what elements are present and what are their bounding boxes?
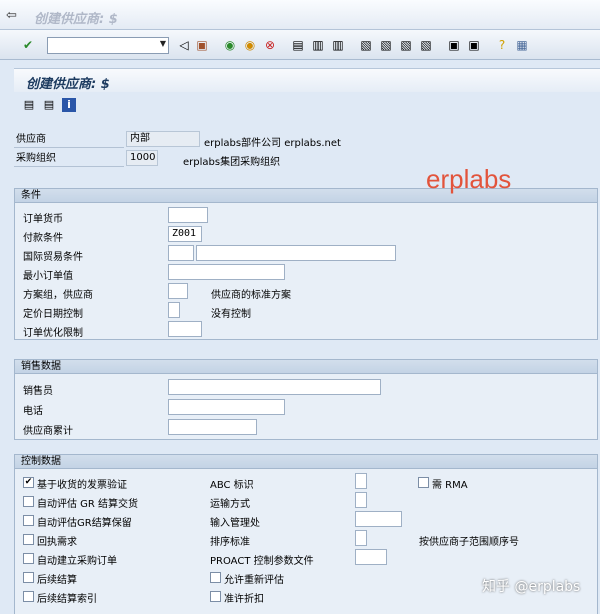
subsequent-index-label: 后续结算索引	[37, 594, 97, 605]
sales-data-title: 销售数据	[15, 360, 597, 374]
ers-label: 自动评估 GR 结算交货	[37, 499, 139, 510]
chevron-down-icon[interactable]: ▼	[160, 39, 166, 48]
ers-reserve-checkbox[interactable]	[23, 515, 34, 526]
incoterms-input-1[interactable]	[168, 245, 194, 261]
next-page-icon[interactable]: ▧	[398, 37, 414, 53]
back-icon[interactable]: ◉	[222, 37, 238, 53]
phone-label: 电话	[23, 406, 43, 417]
vendor-field: 内部	[126, 131, 200, 147]
min-order-label: 最小订单值	[23, 271, 73, 282]
payment-terms-label: 付款条件	[23, 233, 63, 244]
erplabs-watermark: erplabs	[426, 164, 512, 194]
purchasing-org-label: 采购组织	[14, 151, 124, 167]
ers-reserve-label: 自动评估GR结算保留	[37, 518, 132, 529]
subsequent-settlement-checkbox[interactable]	[23, 572, 34, 583]
cancel-icon[interactable]: ⊗	[262, 37, 278, 53]
proact-label: PROACT 控制参数文件	[210, 556, 314, 567]
new-session-icon[interactable]: ▣	[446, 37, 462, 53]
discount-checkbox[interactable]	[210, 591, 221, 602]
help-icon[interactable]: ?	[494, 37, 510, 53]
auto-po-label: 自动建立采购订单	[37, 556, 117, 567]
print-icon[interactable]: ▤	[290, 37, 306, 53]
office-entry-label: 输入管理处	[210, 518, 260, 529]
schema-group-label: 方案组，供应商	[23, 290, 93, 301]
command-field[interactable]: ▼	[47, 37, 169, 54]
office-entry-input[interactable]	[355, 511, 402, 527]
prev-screen-icon[interactable]: ▤	[22, 98, 36, 112]
conditions-group: 条件 订单货币 付款条件 Z001 国际贸易条件 最小订单值 方案组，供应商 供…	[14, 188, 598, 340]
save-icon[interactable]: ▣	[194, 37, 210, 53]
pricing-date-input[interactable]	[168, 302, 180, 318]
application-toolbar: ▤ ▤ i	[14, 92, 600, 118]
find-next-icon[interactable]: ▥	[330, 37, 346, 53]
schema-group-description: 供应商的标准方案	[211, 290, 291, 301]
window-titlebar: ⇦ 创建供应商: $	[0, 0, 600, 30]
layout-menu-icon[interactable]: ▦	[514, 37, 530, 53]
pricing-date-label: 定价日期控制	[23, 309, 83, 320]
vendor-label: 供应商	[14, 132, 124, 148]
rma-checkbox[interactable]	[418, 477, 429, 488]
vendor-account-input[interactable]	[168, 419, 257, 435]
ers-checkbox[interactable]	[23, 496, 34, 507]
auto-po-checkbox[interactable]	[23, 553, 34, 564]
subsequent-index-checkbox[interactable]	[23, 591, 34, 602]
salesperson-input[interactable]	[168, 379, 381, 395]
collapse-icon[interactable]: ◁	[176, 37, 192, 53]
proact-input[interactable]	[355, 549, 387, 565]
order-optimization-label: 订单优化限制	[23, 328, 83, 339]
schema-group-input[interactable]	[168, 283, 188, 299]
next-screen-icon[interactable]: ▤	[42, 98, 56, 112]
acknowledgment-checkbox[interactable]	[23, 534, 34, 545]
sort-criterion-description: 按供应商子范围顺序号	[419, 537, 519, 548]
screen-area: 创建供应商: $ ▤ ▤ i 供应商 内部 erplabs部件公司 erplab…	[0, 60, 600, 614]
purchasing-org-description: erplabs集团采购组织	[183, 157, 281, 168]
acknowledgment-label: 回执需求	[37, 537, 77, 548]
discount-label: 准许折扣	[224, 594, 264, 605]
shipping-input[interactable]	[355, 492, 367, 508]
shortcut-icon[interactable]: ▣	[466, 37, 482, 53]
vendor-account-label: 供应商累计	[23, 426, 73, 437]
command-input[interactable]	[48, 38, 148, 53]
last-page-icon[interactable]: ▧	[418, 37, 434, 53]
rma-label: 需 RMA	[432, 480, 468, 491]
previous-page-icon[interactable]: ▧	[378, 37, 394, 53]
purchasing-org-field: 1000	[126, 150, 158, 166]
revaluation-label: 允许重新评估	[224, 575, 284, 586]
incoterms-label: 国际贸易条件	[23, 252, 83, 263]
back-arrow-icon[interactable]: ⇦	[6, 8, 17, 23]
sales-data-group: 销售数据 销售员 电话 供应商累计	[14, 359, 598, 440]
revaluation-checkbox[interactable]	[210, 572, 221, 583]
payment-terms-input[interactable]: Z001	[168, 226, 202, 242]
salesperson-label: 销售员	[23, 386, 53, 397]
exit-icon[interactable]: ◉	[242, 37, 258, 53]
gr-iv-label: 基于收货的发票验证	[37, 480, 127, 491]
min-order-input[interactable]	[168, 264, 285, 280]
subsequent-settlement-label: 后续结算	[37, 575, 77, 586]
sort-criterion-label: 排序标准	[210, 537, 250, 548]
order-currency-label: 订单货币	[23, 214, 63, 225]
phone-input[interactable]	[168, 399, 285, 415]
screen-title: 创建供应商: $	[26, 77, 110, 92]
gr-iv-checkbox[interactable]: ✔	[23, 477, 34, 488]
order-currency-input[interactable]	[168, 207, 208, 223]
footer-watermark: 知乎 @erplabs	[482, 579, 581, 595]
order-optimization-input[interactable]	[168, 321, 202, 337]
window-title: 创建供应商: $	[34, 12, 118, 27]
info-icon[interactable]: i	[62, 98, 76, 112]
vendor-description: erplabs部件公司 erplabs.net	[204, 138, 341, 149]
sort-criterion-input[interactable]	[355, 530, 367, 546]
pricing-date-description: 没有控制	[211, 309, 251, 320]
find-icon[interactable]: ▥	[310, 37, 326, 53]
first-page-icon[interactable]: ▧	[358, 37, 374, 53]
control-data-title: 控制数据	[15, 455, 597, 469]
enter-check-icon[interactable]: ✔	[20, 37, 36, 53]
abc-input[interactable]	[355, 473, 367, 489]
abc-label: ABC 标识	[210, 480, 254, 491]
screen-title-bar: 创建供应商: $	[14, 68, 600, 92]
shipping-label: 运输方式	[210, 499, 250, 510]
standard-toolbar: ✔ ▼ ◁ ▣ ◉ ◉ ⊗ ▤ ▥ ▥ ▧ ▧ ▧ ▧ ▣ ▣ ? ▦	[0, 30, 600, 60]
incoterms-input-2[interactable]	[196, 245, 396, 261]
